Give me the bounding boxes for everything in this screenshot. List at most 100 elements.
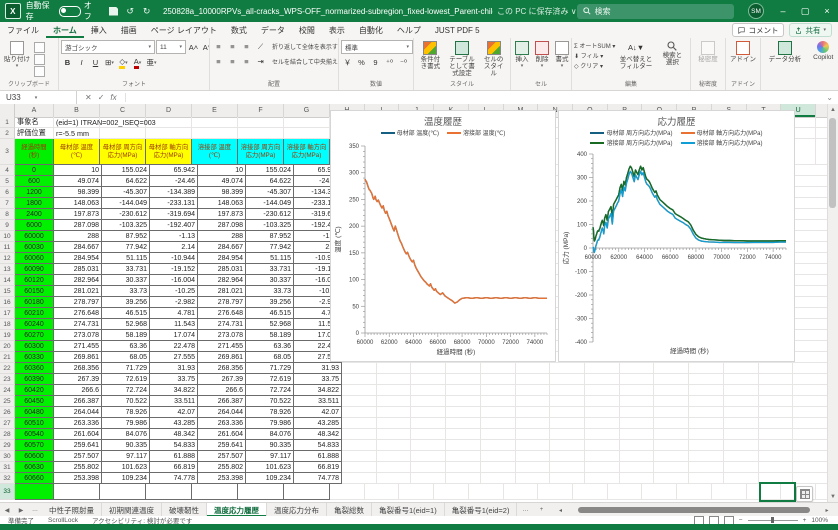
- cell[interactable]: 60630: [15, 462, 54, 473]
- cell[interactable]: 287.098: [198, 220, 246, 231]
- cell[interactable]: 母材部 温度(℃): [54, 139, 100, 165]
- cell[interactable]: [585, 418, 620, 429]
- clear-button[interactable]: ◇ クリア ▾: [574, 61, 615, 70]
- cell[interactable]: 溶接部 周方向応力(MPa): [238, 139, 284, 165]
- cell[interactable]: 68.05: [102, 352, 150, 363]
- cell[interactable]: [759, 396, 794, 407]
- cell[interactable]: 64.622: [102, 176, 150, 187]
- cell[interactable]: 33.731: [246, 264, 294, 275]
- cell[interactable]: [759, 462, 794, 473]
- cell[interactable]: -319.694: [150, 209, 198, 220]
- cell[interactable]: 267.39: [198, 374, 246, 385]
- cell[interactable]: 255.802: [198, 462, 246, 473]
- cell[interactable]: [481, 418, 516, 429]
- cell[interactable]: [759, 374, 794, 385]
- cell[interactable]: [516, 440, 551, 451]
- cell[interactable]: 33.73: [102, 286, 150, 297]
- row-header-27[interactable]: 27: [0, 418, 15, 429]
- row-header-17[interactable]: 17: [0, 308, 15, 319]
- cell[interactable]: 266.387: [198, 396, 246, 407]
- sheet-tab-温度応力分布[interactable]: 温度応力分布: [267, 503, 327, 517]
- cell[interactable]: [759, 363, 794, 374]
- cell[interactable]: [724, 429, 759, 440]
- cell[interactable]: -103.325: [102, 220, 150, 231]
- cell[interactable]: 274.731: [54, 319, 102, 330]
- cell[interactable]: [689, 473, 724, 484]
- cell[interactable]: 60210: [15, 308, 54, 319]
- cell[interactable]: 30.337: [102, 275, 150, 286]
- cell[interactable]: [689, 462, 724, 473]
- cell[interactable]: 97.117: [246, 451, 294, 462]
- cell[interactable]: [620, 451, 655, 462]
- formula-bar-expand-icon[interactable]: ⌄: [821, 93, 838, 102]
- cell[interactable]: [377, 363, 412, 374]
- cell[interactable]: [342, 451, 377, 462]
- cell[interactable]: [446, 385, 481, 396]
- cell[interactable]: [342, 473, 377, 484]
- row-header-10[interactable]: 10: [0, 231, 15, 242]
- cell[interactable]: 66.819: [294, 462, 342, 473]
- cell[interactable]: [284, 484, 330, 500]
- cell[interactable]: [620, 462, 655, 473]
- cell[interactable]: 溶接部 軸方向応力(MPa): [284, 139, 330, 165]
- cell[interactable]: 評価位置: [15, 128, 54, 139]
- cell[interactable]: [446, 407, 481, 418]
- cell[interactable]: [793, 198, 828, 209]
- hscroll-left-icon[interactable]: ◂: [553, 507, 567, 514]
- cell[interactable]: [620, 385, 655, 396]
- cell[interactable]: [284, 128, 330, 139]
- cell[interactable]: [793, 473, 828, 484]
- sort-filter-button[interactable]: A↓▼ 並べ替えと フィルター: [617, 40, 654, 71]
- cell[interactable]: 281.021: [54, 286, 102, 297]
- cell[interactable]: [481, 451, 516, 462]
- cell[interactable]: -19.152: [150, 264, 198, 275]
- cut-icon[interactable]: [34, 42, 45, 53]
- cell[interactable]: 72.619: [102, 374, 150, 385]
- cell[interactable]: -2.982: [150, 297, 198, 308]
- cell[interactable]: [377, 440, 412, 451]
- cell[interactable]: 74.778: [294, 473, 342, 484]
- cell[interactable]: 64.622: [246, 176, 294, 187]
- cell[interactable]: [585, 440, 620, 451]
- cell[interactable]: 0: [15, 165, 54, 176]
- cell[interactable]: [411, 374, 446, 385]
- cell[interactable]: (eid=1) ITRAN=002_ISEQ=003: [54, 117, 100, 128]
- paste-options-button[interactable]: [796, 486, 813, 502]
- cell[interactable]: [550, 385, 585, 396]
- row-header-6[interactable]: 6: [0, 187, 15, 198]
- cell[interactable]: [654, 374, 689, 385]
- cell[interactable]: [550, 429, 585, 440]
- cell[interactable]: [654, 429, 689, 440]
- cell[interactable]: [689, 429, 724, 440]
- number-format-select[interactable]: 標準▾: [341, 40, 413, 54]
- merge-center-button[interactable]: セルを結合して中央揃え: [272, 57, 338, 66]
- cell[interactable]: [481, 385, 516, 396]
- cell[interactable]: 11.543: [150, 319, 198, 330]
- cell[interactable]: 10: [198, 165, 246, 176]
- find-select-button[interactable]: 検索と 選択: [657, 40, 688, 67]
- cell[interactable]: [54, 484, 100, 500]
- tab-ホーム[interactable]: ホーム: [46, 22, 84, 38]
- cell[interactable]: [793, 374, 828, 385]
- row-header-14[interactable]: 14: [0, 275, 15, 286]
- cell[interactable]: [377, 418, 412, 429]
- column-header-E[interactable]: E: [192, 104, 238, 118]
- cell[interactable]: 87.952: [246, 231, 294, 242]
- column-header-B[interactable]: B: [54, 104, 100, 118]
- cell[interactable]: [538, 484, 573, 500]
- cell[interactable]: 84.076: [246, 429, 294, 440]
- sheet-tab-亀裂総数[interactable]: 亀裂総数: [327, 503, 372, 517]
- cell[interactable]: [481, 363, 516, 374]
- cell[interactable]: 17.074: [150, 330, 198, 341]
- cell[interactable]: 77.942: [102, 242, 150, 253]
- cell[interactable]: 60510: [15, 418, 54, 429]
- cell[interactable]: 72.724: [102, 385, 150, 396]
- tab-描画[interactable]: 描画: [114, 22, 144, 38]
- cell[interactable]: [434, 484, 469, 500]
- insert-cells-button[interactable]: 挿入▾: [513, 40, 531, 71]
- undo-button[interactable]: ↺: [124, 5, 137, 18]
- cell[interactable]: [399, 484, 434, 500]
- scroll-down-icon[interactable]: ▼: [828, 491, 838, 502]
- cell[interactable]: 60540: [15, 429, 54, 440]
- cell[interactable]: [712, 484, 747, 500]
